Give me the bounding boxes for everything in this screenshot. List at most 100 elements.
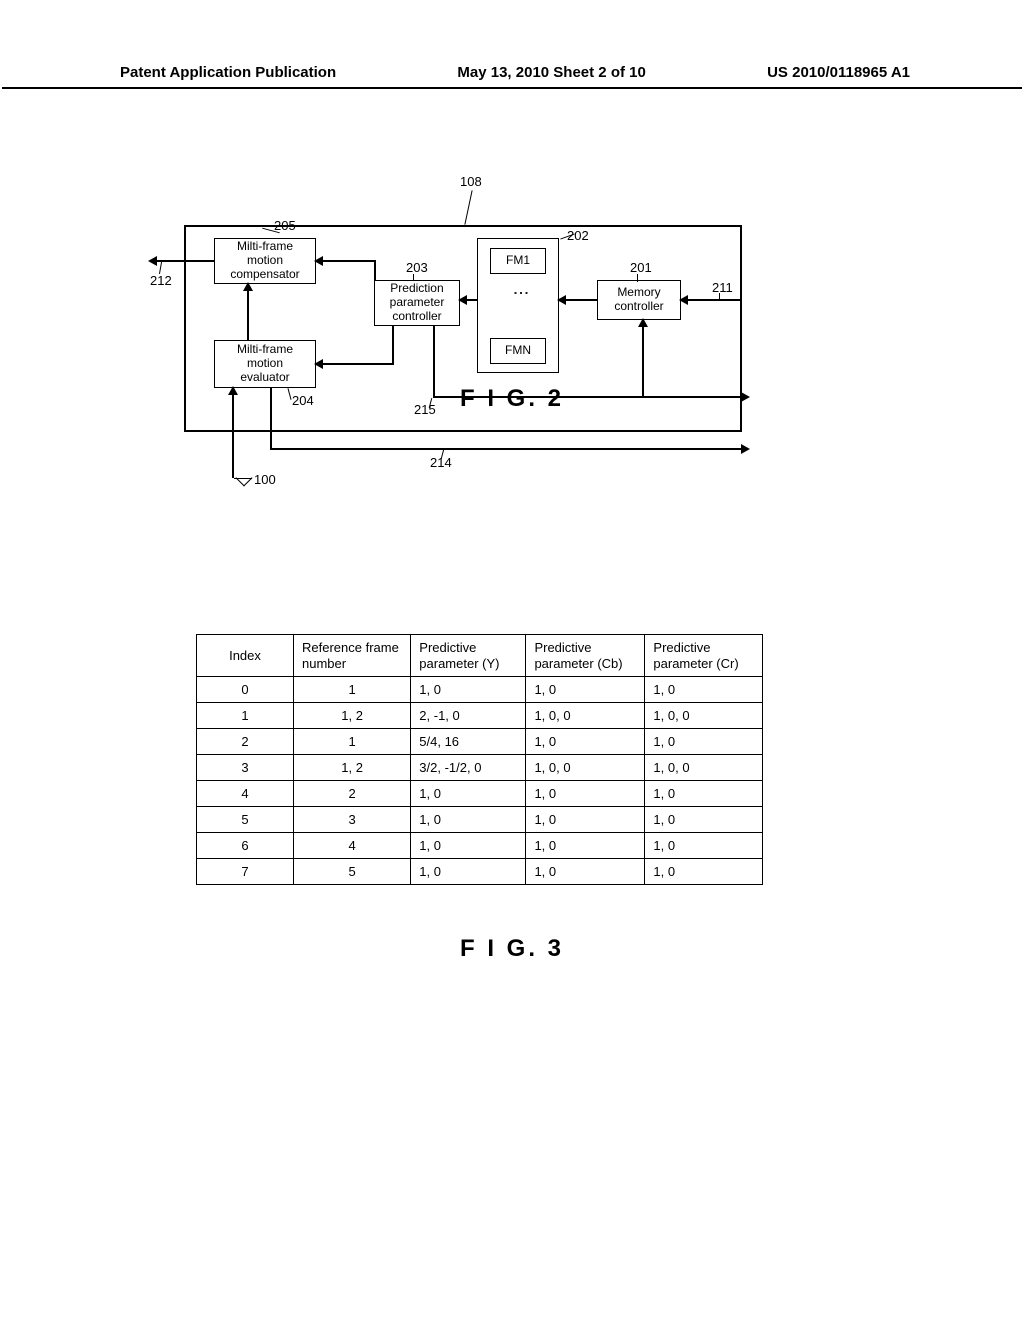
cell: 1, 0 <box>645 807 763 833</box>
label-212: 212 <box>150 273 172 288</box>
arrow-icon <box>679 295 688 305</box>
th-y: Predictive parameter (Y) <box>411 635 526 677</box>
cell: 1, 0 <box>411 807 526 833</box>
table-row: 421, 01, 01, 0 <box>197 781 763 807</box>
cell: 3/2, -1/2, 0 <box>411 755 526 781</box>
arrow-icon <box>228 386 238 395</box>
label-100: 100 <box>254 472 276 487</box>
header-left: Patent Application Publication <box>120 64 336 81</box>
brace-icon <box>236 470 253 487</box>
cell: 6 <box>197 833 294 859</box>
th-cr: Predictive parameter (Cr) <box>645 635 763 677</box>
line-214 <box>270 448 742 450</box>
line <box>270 388 272 448</box>
arrow-icon <box>557 295 566 305</box>
figure-3-table: Index Reference frame number Predictive … <box>196 634 763 885</box>
line-211 <box>681 299 742 301</box>
cell: 4 <box>294 833 411 859</box>
arrow-icon <box>243 282 253 291</box>
cell: 1, 2 <box>294 755 411 781</box>
cell: 2 <box>197 729 294 755</box>
cell: 1, 0, 0 <box>645 755 763 781</box>
cell: 1, 0, 0 <box>526 703 645 729</box>
table-row: 31, 23/2, -1/2, 01, 0, 01, 0, 0 <box>197 755 763 781</box>
cell: 1, 0 <box>411 677 526 703</box>
cell: 7 <box>197 859 294 885</box>
label-204: 204 <box>292 393 314 408</box>
cell: 2, -1, 0 <box>411 703 526 729</box>
leader <box>413 274 414 281</box>
figure-2-diagram: 108 FM1 ⋮ FMN 202 Memory controller 201 … <box>152 180 747 530</box>
memory-controller: Memory controller <box>597 280 681 320</box>
figure-3-caption: F I G. 3 <box>460 935 564 963</box>
motion-evaluator: Milti-frame motion evaluator <box>214 340 316 388</box>
cell: 1, 0, 0 <box>526 755 645 781</box>
arrow-icon <box>741 392 750 402</box>
arrow-icon <box>741 444 750 454</box>
memctrl-label: Memory controller <box>614 286 663 314</box>
th-index: Index <box>197 635 294 677</box>
arrow-icon <box>314 256 323 266</box>
cell: 1, 0 <box>411 781 526 807</box>
table-row: 531, 01, 01, 0 <box>197 807 763 833</box>
leader <box>637 274 638 282</box>
cell: 1, 2 <box>294 703 411 729</box>
cell: 1, 0 <box>526 859 645 885</box>
cell: 1, 0 <box>411 859 526 885</box>
cell: 4 <box>197 781 294 807</box>
cell: 1, 0 <box>645 729 763 755</box>
cell: 1 <box>294 677 411 703</box>
frame-mem-1: FM1 <box>490 248 546 274</box>
evaluator-label: Milti-frame motion evaluator <box>237 343 293 384</box>
leader <box>464 190 472 224</box>
cell: 1, 0 <box>645 677 763 703</box>
cell: 2 <box>294 781 411 807</box>
label-201: 201 <box>630 260 652 275</box>
cell: 1, 0 <box>526 833 645 859</box>
cell: 1 <box>197 703 294 729</box>
cell: 1, 0 <box>526 781 645 807</box>
label-108: 108 <box>460 174 482 189</box>
header-center: May 13, 2010 Sheet 2 of 10 <box>457 64 645 81</box>
frame-mem-n: FMN <box>490 338 546 364</box>
cell: 1, 0 <box>645 781 763 807</box>
cell: 5 <box>294 859 411 885</box>
th-cb: Predictive parameter (Cb) <box>526 635 645 677</box>
table-row: 751, 01, 01, 0 <box>197 859 763 885</box>
header-right: US 2010/0118965 A1 <box>767 64 910 81</box>
cell: 3 <box>294 807 411 833</box>
vline <box>184 225 186 430</box>
line <box>316 260 376 262</box>
cell: 1 <box>294 729 411 755</box>
leader <box>287 388 291 400</box>
arrow-icon <box>458 295 467 305</box>
table-row: 641, 01, 01, 0 <box>197 833 763 859</box>
cell: 1, 0 <box>645 833 763 859</box>
table-row: 215/4, 161, 01, 0 <box>197 729 763 755</box>
cell: 1, 0 <box>526 677 645 703</box>
hline <box>184 225 742 227</box>
cell: 1, 0, 0 <box>645 703 763 729</box>
fm1-label: FM1 <box>506 254 530 268</box>
compensator-label: Milti-frame motion compensator <box>230 240 299 281</box>
cell: 1, 0 <box>526 807 645 833</box>
table-row: 011, 01, 01, 0 <box>197 677 763 703</box>
leader <box>719 293 720 300</box>
cell: 5 <box>197 807 294 833</box>
predparam-label: Prediction parameter controller <box>390 282 445 323</box>
cell: 1, 0 <box>526 729 645 755</box>
line <box>374 260 376 281</box>
line-212 <box>156 260 214 262</box>
param-table: Index Reference frame number Predictive … <box>196 634 763 885</box>
dots-icon: ⋮ <box>511 285 530 301</box>
cell: 1, 0 <box>645 859 763 885</box>
motion-compensator: Milti-frame motion compensator <box>214 238 316 284</box>
label-215: 215 <box>414 402 436 417</box>
page-header: Patent Application Publication May 13, 2… <box>2 64 1022 89</box>
cell: 0 <box>197 677 294 703</box>
arrow-icon <box>148 256 157 266</box>
line <box>642 320 644 397</box>
cell: 5/4, 16 <box>411 729 526 755</box>
table-header-row: Index Reference frame number Predictive … <box>197 635 763 677</box>
line-215 <box>433 326 435 396</box>
